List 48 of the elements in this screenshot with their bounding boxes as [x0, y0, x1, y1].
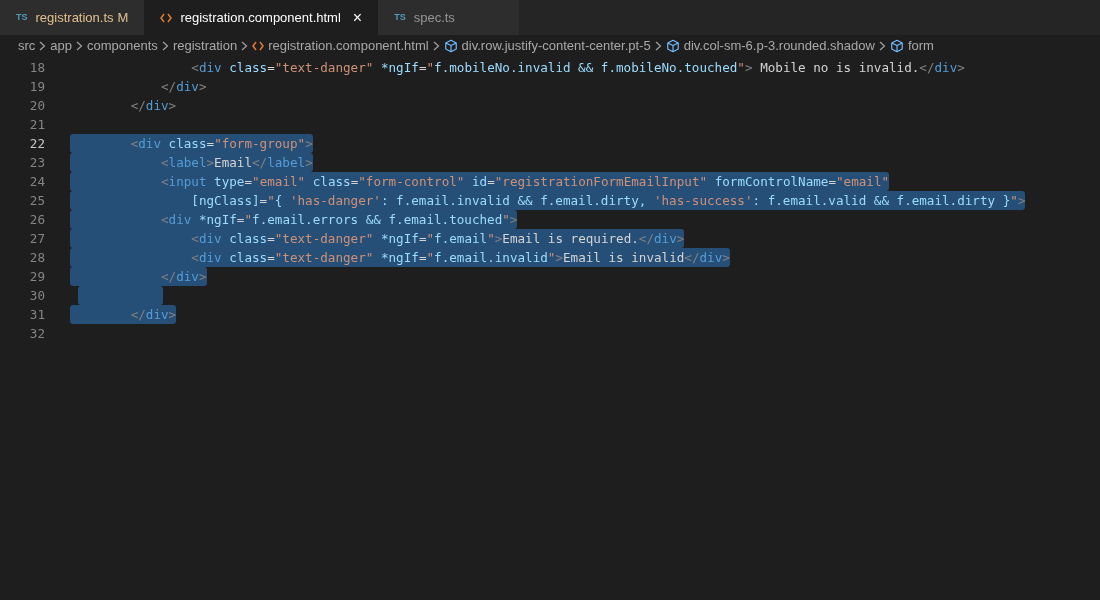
line-number: 29: [28, 268, 45, 286]
line-number: 25: [28, 192, 45, 210]
line-number: 18: [28, 59, 45, 77]
code-brackets-icon: [252, 41, 265, 51]
tab-label: spec.ts: [413, 8, 455, 27]
breadcrumb-item[interactable]: form: [907, 36, 934, 56]
chevron-right-icon: [432, 41, 440, 51]
code-line: </div>: [160, 78, 207, 96]
line-number: 30: [28, 287, 45, 305]
editor-tab[interactable]: TS registration.ts M: [0, 0, 145, 35]
chevron-right-icon: [654, 41, 662, 51]
code-line: </div>: [129, 97, 177, 115]
breadcrumb-item[interactable]: components: [87, 36, 158, 56]
tab-label: registration.component.html: [180, 8, 341, 27]
line-number: 23: [28, 154, 45, 172]
line-number: 21: [28, 116, 45, 134]
chevron-right-icon: [161, 41, 169, 51]
breadcrumb-item[interactable]: app: [50, 36, 73, 56]
line-number: 20: [28, 97, 45, 115]
breadcrumb-item[interactable]: div.row.justify-content-center.pt-5: [461, 36, 651, 56]
line-number: 28: [28, 249, 45, 267]
chevron-right-icon: [76, 41, 84, 51]
line-number: 27: [28, 230, 45, 248]
line-number: 24: [28, 173, 45, 191]
breadcrumb-item[interactable]: registration: [172, 36, 238, 56]
line-number: 22: [28, 135, 45, 153]
breadcrumb-item[interactable]: div.col-sm-6.p-3.rounded.shadow: [683, 36, 875, 56]
tab-label: registration.ts: [35, 8, 114, 27]
cube-icon: [889, 39, 904, 53]
chevron-right-icon: [241, 41, 249, 51]
code-brackets-icon: [160, 12, 173, 23]
chevron-right-icon: [878, 41, 886, 51]
line-number: 32: [28, 325, 45, 343]
line-number: 26: [28, 211, 45, 229]
chevron-right-icon: [39, 41, 47, 51]
breadcrumb-item[interactable]: src: [18, 36, 36, 56]
code-line: <div class="text-danger" *ngIf="f.mobileNo.invalid && f.mobileNo.touched"> Mobile no is invalid.</div>: [190, 59, 965, 77]
editor-tab[interactable]: registration.component.html ×: [144, 0, 379, 35]
modified-indicator: M: [117, 8, 129, 27]
typescript-icon: TS: [394, 10, 406, 25]
close-button[interactable]: ×: [352, 9, 363, 26]
line-number: 19: [28, 78, 45, 96]
editor-tab[interactable]: TS spec.ts: [378, 0, 519, 35]
cube-icon: [665, 39, 680, 53]
line-number: 31: [28, 306, 45, 324]
typescript-icon: TS: [16, 10, 28, 25]
cube-icon: [443, 39, 458, 53]
breadcrumb-item[interactable]: registration.component.html: [268, 36, 429, 56]
